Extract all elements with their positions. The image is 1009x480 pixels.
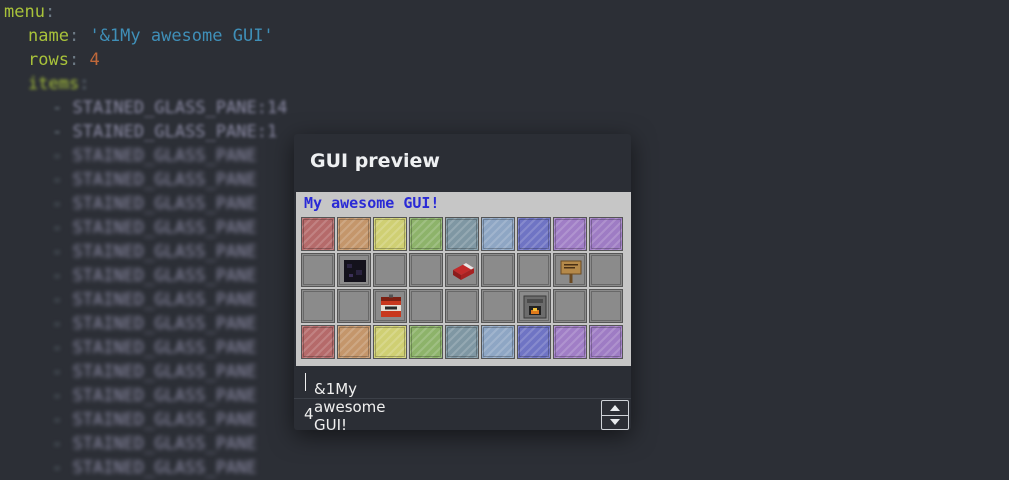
empty-slot[interactable]	[517, 253, 551, 287]
glass-pane-slot[interactable]	[301, 217, 335, 251]
empty-slot[interactable]	[481, 253, 515, 287]
item-slot[interactable]	[517, 289, 551, 323]
yaml-item-line: - STAINED_GLASS_PANE	[52, 338, 257, 358]
text-caret	[305, 373, 306, 391]
glass-pane-slot[interactable]	[409, 217, 443, 251]
rows-spinner[interactable]	[601, 400, 629, 430]
yaml-item-line: - STAINED_GLASS_PANE	[52, 314, 257, 334]
spinner-up-button[interactable]	[602, 401, 628, 416]
glass-pane-slot[interactable]	[445, 217, 479, 251]
yaml-item-line: - STAINED_GLASS_PANE	[52, 290, 257, 310]
yaml-item-line: - STAINED_GLASS_PANE	[52, 170, 257, 190]
triangle-down-icon	[610, 419, 620, 425]
yaml-menu-line: menu:	[4, 2, 56, 22]
glass-pane-slot[interactable]	[589, 325, 623, 359]
empty-slot[interactable]	[373, 253, 407, 287]
glass-pane-slot[interactable]	[337, 217, 371, 251]
inventory-preview: My awesome GUI!	[296, 192, 631, 366]
glass-pane-slot[interactable]	[445, 325, 479, 359]
triangle-up-icon	[610, 405, 620, 411]
yaml-item-line: - STAINED_GLASS_PANE	[52, 410, 257, 430]
yaml-item-line: - STAINED_GLASS_PANE	[52, 266, 257, 286]
empty-slot[interactable]	[589, 289, 623, 323]
empty-slot[interactable]	[409, 253, 443, 287]
glass-pane-slot[interactable]	[517, 217, 551, 251]
empty-slot[interactable]	[589, 253, 623, 287]
empty-slot[interactable]	[301, 289, 335, 323]
empty-slot[interactable]	[553, 289, 587, 323]
empty-slot[interactable]	[301, 253, 335, 287]
empty-slot[interactable]	[409, 289, 443, 323]
yaml-item-line: - STAINED_GLASS_PANE:14	[52, 98, 288, 118]
spinner-down-button[interactable]	[602, 415, 628, 429]
item-slot[interactable]	[553, 253, 587, 287]
item-slot[interactable]	[373, 289, 407, 323]
yaml-item-line: - STAINED_GLASS_PANE	[52, 242, 257, 262]
rows-field[interactable]: 4	[294, 400, 631, 430]
glass-pane-slot[interactable]	[589, 217, 623, 251]
yaml-item-line: - STAINED_GLASS_PANE	[52, 458, 257, 478]
yaml-name-line: name: '&1My awesome GUI'	[28, 26, 274, 46]
yaml-item-line: - STAINED_GLASS_PANE	[52, 362, 257, 382]
glass-pane-slot[interactable]	[553, 217, 587, 251]
glass-pane-slot[interactable]	[337, 325, 371, 359]
glass-pane-slot[interactable]	[481, 325, 515, 359]
item-slot[interactable]	[337, 253, 371, 287]
inventory-grid	[301, 217, 625, 361]
gui-name-field[interactable]: &1My awesome GUI!	[294, 366, 631, 434]
glass-pane-slot[interactable]	[373, 325, 407, 359]
yaml-items-line: items:	[28, 74, 90, 94]
yaml-item-line: - STAINED_GLASS_PANE	[52, 146, 257, 166]
yaml-item-line: - STAINED_GLASS_PANE	[52, 194, 257, 214]
glass-pane-slot[interactable]	[553, 325, 587, 359]
gui-preview-dialog: GUI preview My awesome GUI! &1My awesome…	[294, 134, 631, 434]
glass-pane-slot[interactable]	[517, 325, 551, 359]
yaml-rows-line: rows: 4	[28, 50, 100, 70]
glass-pane-slot[interactable]	[409, 325, 443, 359]
empty-slot[interactable]	[337, 289, 371, 323]
glass-pane-slot[interactable]	[301, 325, 335, 359]
glass-pane-slot[interactable]	[481, 217, 515, 251]
yaml-item-line: - STAINED_GLASS_PANE	[52, 386, 257, 406]
rows-value: 4	[304, 405, 314, 423]
yaml-item-line: - STAINED_GLASS_PANE	[52, 218, 257, 238]
dialog-title: GUI preview	[310, 150, 440, 172]
yaml-item-line: - STAINED_GLASS_PANE	[52, 434, 257, 454]
yaml-item-line: - STAINED_GLASS_PANE:1	[52, 122, 278, 142]
empty-slot[interactable]	[481, 289, 515, 323]
item-slot[interactable]	[445, 253, 479, 287]
inventory-title: My awesome GUI!	[304, 194, 440, 212]
empty-slot[interactable]	[445, 289, 479, 323]
glass-pane-slot[interactable]	[373, 217, 407, 251]
